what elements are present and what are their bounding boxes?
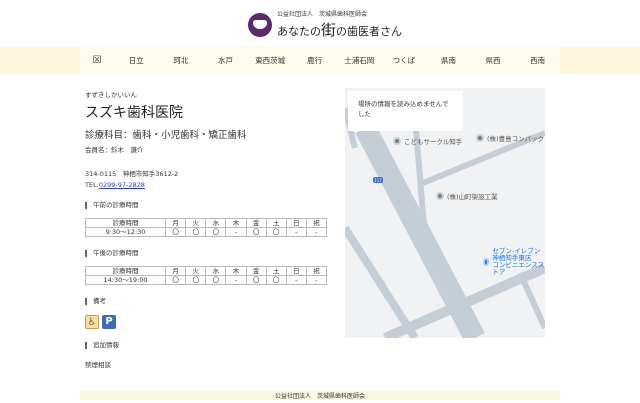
tel: TEL:0299-97-2828 [85,181,145,189]
hours-cell: 水 [205,218,227,228]
clinic-kana: すずきしかいいん [85,91,137,99]
pm-hours-heading: 午後の診療時間 [85,250,335,257]
hours-cell: 〇 [164,227,187,237]
hours-cell: 土 [265,266,287,276]
hours-cell: - [285,227,307,237]
hours-cell: 土 [265,218,287,228]
map-error-message: 場所の情報を読み込めませんでした [348,91,463,131]
header: 公益社団法人 茨城県歯科医師会 あなたの街の歯医者さん [0,0,640,46]
hours-cell: 日 [285,266,307,276]
hours-cell: 診療時間 [85,218,166,228]
hours-cell: 木 [225,266,247,276]
hours-cell: - [225,275,247,285]
hours-cell: 〇 [265,227,287,237]
map-poi[interactable]: (株)山町架設工業 [436,191,498,201]
nav-tsuchiura-ishioka[interactable]: 土浦石岡 [337,55,382,66]
address: 314-0115 神栖市知手3612-2 [85,170,179,178]
hours-cell: 木 [225,218,247,228]
site-tagline: あなたの街の歯医者さん [277,21,403,39]
hours-cell: 〇 [164,275,187,285]
hours-cell: - [305,275,328,285]
region-nav: ☒ 日立 珂北 水戸 東西茨城 鹿行 土浦石岡 つくば 県南 県西 西南 [0,47,640,74]
extra-info-text: 禁煙相談 [85,361,111,369]
nav-tsukuba[interactable]: つくば [382,55,427,66]
map-pin-icon [476,134,484,142]
hours-cell: 金 [245,218,267,228]
map-poi[interactable]: (株)豊島コンパック [476,133,544,143]
hours-cell: 〇 [245,275,267,285]
extra-info-heading: 追加情報 [85,342,335,349]
hours-cell: 〇 [185,275,207,285]
nav-hitachi[interactable]: 日立 [114,55,159,66]
hours-cell: 祝 [305,218,328,228]
hours-cell: 祝 [305,266,328,276]
hours-cell: - [305,227,328,237]
hours-cell: - [225,227,247,237]
map-pin-icon [393,137,401,145]
hours-cell: 〇 [205,227,227,237]
home-icon[interactable]: ☒ [80,55,114,66]
hours-cell: 火 [185,218,207,228]
nav-rokko[interactable]: 鹿行 [292,55,337,66]
nav-seinan[interactable]: 西南 [515,55,560,66]
tel-link[interactable]: 0299-97-2828 [99,181,145,189]
member-name: 会員名：鈴木 謙介 [85,146,144,154]
hours-cell: 〇 [265,275,287,285]
clinic-name: スズキ歯科医院 [85,105,183,121]
hours-cell: 〇 [185,227,207,237]
map-poi[interactable]: セブン-イレブン 神栖知手東店 コンビニエンスストア [483,248,545,276]
hours-cell: 〇 [205,275,227,285]
logo-mark-icon [248,12,272,37]
store-pin-icon [483,258,490,266]
map[interactable]: 117 場所の情報を読み込めませんでした こどもサークル知手 (株)豊島コンパッ… [345,88,545,338]
am-hours-heading: 午前の診療時間 [85,202,335,209]
clinic-info: すずきしかいいん スズキ歯科医院 診療科目：歯科・小児歯科・矯正歯科 会員名：鈴… [85,89,335,369]
nav-mito[interactable]: 水戸 [203,55,248,66]
hours-cell: 9:30〜12:30 [85,227,166,237]
hours-cell: 日 [285,218,307,228]
hours-cell: 月 [164,218,187,228]
footer: 公益社団法人 茨城県歯科医師会 [80,391,560,400]
hours-cell: 水 [205,266,227,276]
nav-kahoku[interactable]: 珂北 [159,55,204,66]
departments: 診療科目：歯科・小児歯科・矯正歯科 [85,130,247,141]
nav-kensei[interactable]: 県西 [471,55,516,66]
hours-cell: 〇 [245,227,267,237]
org-name: 公益社団法人 茨城県歯科医師会 [277,11,368,18]
hours-cell: 金 [245,266,267,276]
am-hours-table: 診療時間月火水木金土日祝 9:30〜12:30 〇〇〇 - 〇〇 - - [85,218,328,237]
pm-hours-table: 診療時間月火水木金土日祝 14:30〜19:00 〇〇〇 - 〇〇 - - [85,266,328,285]
hours-cell: 診療時間 [85,266,166,276]
svg-text:117: 117 [374,178,382,183]
nav-tozai-ibaraki[interactable]: 東西茨城 [248,55,293,66]
hours-cell: - [285,275,307,285]
map-pin-icon [436,192,444,200]
map-poi[interactable]: こどもサークル知手 [393,136,462,146]
hours-cell: 14:30〜19:00 [85,275,166,285]
remarks-heading: 備考 [85,298,335,305]
site-logo[interactable]: 公益社団法人 茨城県歯科医師会 あなたの街の歯医者さん [248,9,402,40]
wheelchair-icon: ♿ [85,315,99,329]
hours-cell: 月 [164,266,187,276]
parking-icon: P [102,315,116,329]
nav-kennan[interactable]: 県南 [426,55,471,66]
hours-cell: 火 [185,266,207,276]
